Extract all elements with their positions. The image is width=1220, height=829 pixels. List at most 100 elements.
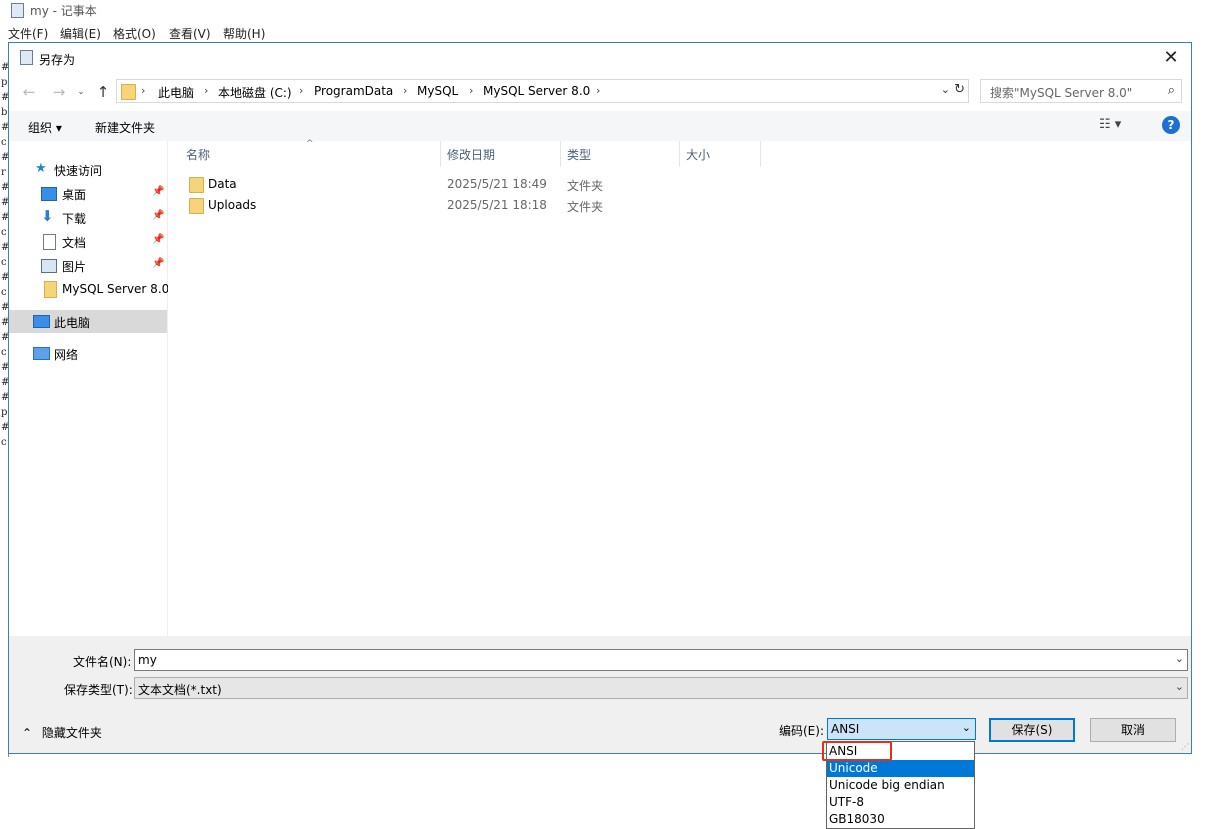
close-button[interactable]: ✕ [1159, 46, 1183, 70]
column-header-name[interactable]: 名称 [186, 146, 210, 170]
column-divider[interactable] [760, 141, 761, 167]
menu-help[interactable]: 帮助(H) [223, 25, 265, 42]
encoding-label: 编码(E): [779, 724, 824, 738]
sidebar-item-documents[interactable]: 文档 📌 [9, 230, 167, 253]
sidebar-item-label: 下载 [62, 212, 87, 226]
pin-icon: 📌 [152, 186, 165, 197]
column-divider[interactable] [560, 141, 561, 167]
notepad-text-char: c [1, 287, 7, 298]
file-list: ^ 名称 修改日期 类型 大小 Data 2025/5/21 18:49 文件夹… [168, 139, 1191, 636]
star-icon: ★ [35, 161, 47, 176]
file-type: 文件夹 [567, 200, 604, 214]
sidebar-item-quick-access[interactable]: ★ 快速访问 [9, 158, 167, 181]
menu-file[interactable]: 文件(F) [8, 25, 48, 42]
save-button[interactable]: 保存(S) [989, 718, 1075, 742]
up-arrow-icon[interactable]: ↑ [93, 82, 113, 102]
pin-icon: 📌 [152, 258, 165, 269]
download-icon: ⬇ [41, 207, 54, 225]
column-header-type[interactable]: 类型 [567, 146, 591, 170]
sidebar-item-label: 桌面 [62, 188, 87, 202]
folder-icon [121, 84, 136, 100]
save-options-panel: 文件名(N): my ⌄ 保存类型(T): 文本文档(*.txt) ⌄ ⌃ 隐藏… [9, 636, 1191, 753]
encoding-option-utf8[interactable]: UTF-8 [827, 794, 974, 811]
column-divider[interactable] [440, 141, 441, 167]
resize-grip-icon[interactable]: ⋰ [1181, 742, 1189, 751]
sidebar-item-downloads[interactable]: ⬇ 下载 📌 [9, 206, 167, 229]
encoding-select[interactable]: ANSI ⌄ [827, 718, 976, 740]
forward-arrow-icon[interactable]: → [49, 82, 69, 102]
breadcrumb-mysql-server[interactable]: MySQL Server 8.0 [483, 84, 590, 98]
pin-icon: 📌 [152, 234, 165, 245]
notepad-text-char: p [1, 407, 8, 418]
breadcrumb-separator[interactable]: › [469, 84, 473, 97]
sidebar-item-this-pc[interactable]: 此电脑 [9, 310, 167, 333]
encoding-option-unicode[interactable]: Unicode [827, 760, 974, 777]
menu-view[interactable]: 查看(V) [169, 25, 211, 42]
back-arrow-icon[interactable]: ← [19, 82, 39, 102]
address-dropdown-icon[interactable]: ⌄ [941, 83, 950, 96]
menu-edit[interactable]: 编辑(E) [60, 25, 101, 42]
breadcrumb-mysql[interactable]: MySQL [417, 84, 458, 98]
notepad-icon [20, 50, 33, 65]
filename-value: my [138, 653, 157, 667]
help-button[interactable]: ? [1162, 116, 1180, 134]
menu-format[interactable]: 格式(O) [113, 25, 156, 42]
new-folder-button[interactable]: 新建文件夹 [95, 119, 155, 136]
folder-icon [44, 281, 57, 298]
breadcrumb-separator[interactable]: › [299, 84, 303, 97]
recent-chevron-icon[interactable]: ⌄ [71, 82, 91, 102]
sidebar-item-label: 此电脑 [54, 316, 91, 330]
notepad-titlebar: my - 记事本 [0, 0, 1220, 20]
document-icon [43, 234, 56, 250]
breadcrumb-separator[interactable]: › [141, 84, 145, 97]
navigation-bar: ← → ⌄ ↑ › 此电脑 › 本地磁盘 (C:) › ProgramData … [9, 73, 1191, 111]
column-header-size[interactable]: 大小 [686, 146, 710, 170]
breadcrumb-separator[interactable]: › [204, 84, 208, 97]
chevron-down-icon[interactable]: ⌄ [1175, 680, 1184, 693]
chevron-down-icon[interactable]: ⌄ [1175, 652, 1184, 665]
breadcrumb-local-disk[interactable]: 本地磁盘 (C:) [218, 84, 292, 101]
breadcrumb-this-pc[interactable]: 此电脑 [158, 84, 194, 101]
notepad-text-char: r [1, 167, 6, 178]
hide-folders-toggle[interactable]: ⌃ 隐藏文件夹 [22, 724, 102, 741]
folder-icon [189, 198, 204, 214]
save-as-dialog: 另存为 ✕ ← → ⌄ ↑ › 此电脑 › 本地磁盘 (C:) › Progra… [8, 42, 1192, 754]
file-row-data[interactable]: Data 2025/5/21 18:49 文件夹 [186, 174, 926, 195]
filetype-value: 文本文档(*.txt) [138, 683, 222, 697]
cancel-button[interactable]: 取消 [1090, 718, 1176, 742]
navigation-pane: ★ 快速访问 桌面 📌 ⬇ 下载 📌 文档 📌 图片 📌 MySQL Serve… [9, 141, 169, 636]
view-options-icon[interactable]: ☷ ▾ [1099, 117, 1121, 132]
folder-icon [189, 177, 204, 193]
search-box[interactable]: 搜索"MySQL Server 8.0" ⌕ [980, 79, 1182, 103]
dialog-titlebar: 另存为 ✕ [9, 43, 1191, 73]
filetype-label: 保存类型(T): [64, 683, 133, 697]
sidebar-item-desktop[interactable]: 桌面 📌 [9, 182, 167, 205]
breadcrumb-separator[interactable]: › [403, 84, 407, 97]
dialog-title: 另存为 [39, 53, 76, 67]
command-toolbar: 组织 ▾ 新建文件夹 ☷ ▾ ? [9, 111, 1191, 142]
notepad-text-char: c [1, 437, 7, 448]
address-bar[interactable]: › 此电脑 › 本地磁盘 (C:) › ProgramData › MySQL … [116, 79, 969, 103]
breadcrumb-programdata[interactable]: ProgramData [314, 84, 393, 98]
sidebar-item-mysql-server[interactable]: MySQL Server 8.0 [9, 278, 169, 301]
breadcrumb-separator[interactable]: › [596, 84, 600, 97]
encoding-option-unicode-big-endian[interactable]: Unicode big endian [827, 777, 974, 794]
sidebar-item-label: 网络 [54, 348, 79, 362]
filename-input[interactable]: my ⌄ [134, 649, 1188, 671]
notepad-text-char: c [1, 257, 7, 268]
encoding-option-gb18030[interactable]: GB18030 [827, 811, 974, 828]
filename-label: 文件名(N): [73, 655, 132, 669]
column-divider[interactable] [679, 141, 680, 167]
search-icon: ⌕ [1167, 83, 1175, 98]
refresh-icon[interactable]: ↻ [954, 82, 965, 97]
sidebar-item-pictures[interactable]: 图片 📌 [9, 254, 167, 277]
file-name: Uploads [208, 198, 257, 212]
notepad-text-char: p [1, 77, 8, 88]
file-row-uploads[interactable]: Uploads 2025/5/21 18:18 文件夹 [186, 195, 926, 216]
column-header-modified[interactable]: 修改日期 [447, 146, 495, 170]
organize-button[interactable]: 组织 ▾ [28, 119, 62, 136]
chevron-down-icon[interactable]: ⌄ [962, 721, 971, 734]
pin-icon: 📌 [152, 210, 165, 221]
sidebar-item-network[interactable]: 网络 [9, 342, 167, 365]
filetype-select[interactable]: 文本文档(*.txt) ⌄ [134, 677, 1188, 699]
